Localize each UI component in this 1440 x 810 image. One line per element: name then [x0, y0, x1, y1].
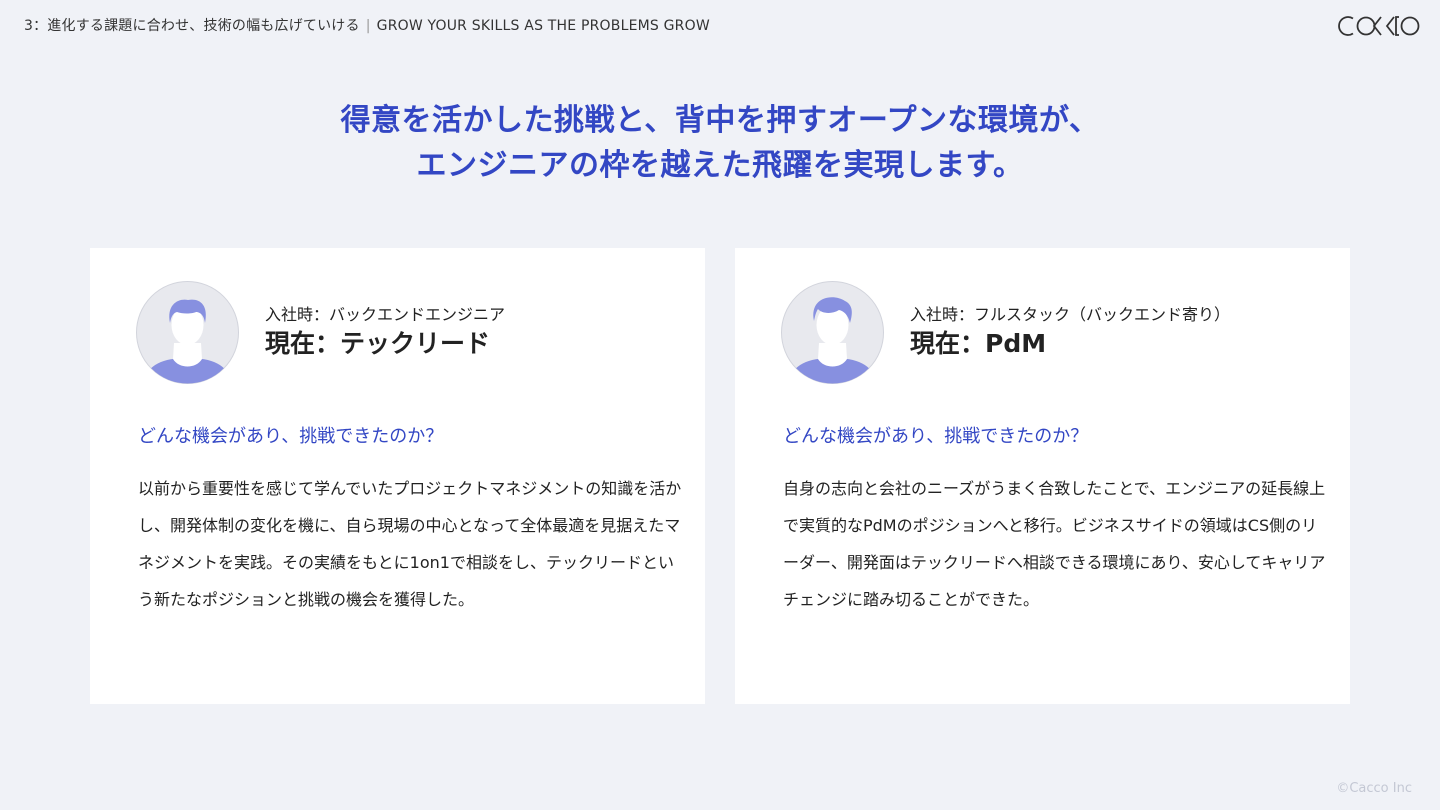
card-body-text: 以前から重要性を感じて学んでいたプロジェクトマネジメントの知識を活かし、開発体制…	[138, 479, 682, 609]
question-heading: どんな機会があり、挑戦できたのか？	[783, 426, 1089, 447]
divider: |	[365, 18, 371, 34]
male-avatar-icon	[136, 281, 239, 384]
role-at-joining: 入社時：フルスタック（バックエンド寄り）	[910, 305, 1231, 324]
role-at-joining: 入社時：バックエンドエンジニア	[265, 305, 506, 324]
card-body-text: 自身の志向と会社のニーズがうまく合致したことで、エンジニアの延長線上で実質的なP…	[783, 479, 1326, 609]
headline-line-1: 得意を活かした挑戦と、背中を押すオープンな環境が、	[340, 103, 1100, 138]
headline-line-2: エンジニアの枠を越えた飛躍を実現します。	[416, 148, 1024, 183]
current-role: 現在：テックリード	[265, 329, 491, 358]
cacco-logo: cacco	[1338, 16, 1420, 38]
career-card-pdm: 入社時：フルスタック（バックエンド寄り） 現在：PdM どんな機会があり、挑戦で…	[735, 248, 1350, 704]
logo-text: cacco	[1338, 36, 1341, 38]
copyright: ©Cacco Inc	[1336, 781, 1412, 796]
section-title: 3：進化する課題に合わせ、技術の幅も広げていける	[24, 18, 360, 34]
question-heading: どんな機会があり、挑戦できたのか？	[138, 426, 444, 447]
career-card-techlead: 入社時：バックエンドエンジニア 現在：テックリード どんな機会があり、挑戦できた…	[90, 248, 705, 704]
section-subtitle: GROW YOUR SKILLS AS THE PROBLEMS GROW	[376, 18, 710, 34]
current-role: 現在：PdM	[910, 329, 1047, 358]
headline: 得意を活かした挑戦と、背中を押すオープンな環境が、 エンジニアの枠を越えた飛躍を…	[0, 98, 1440, 188]
male-avatar-icon	[781, 281, 884, 384]
section-label: 3：進化する課題に合わせ、技術の幅も広げていける | GROW YOUR SKILL…	[24, 15, 710, 35]
